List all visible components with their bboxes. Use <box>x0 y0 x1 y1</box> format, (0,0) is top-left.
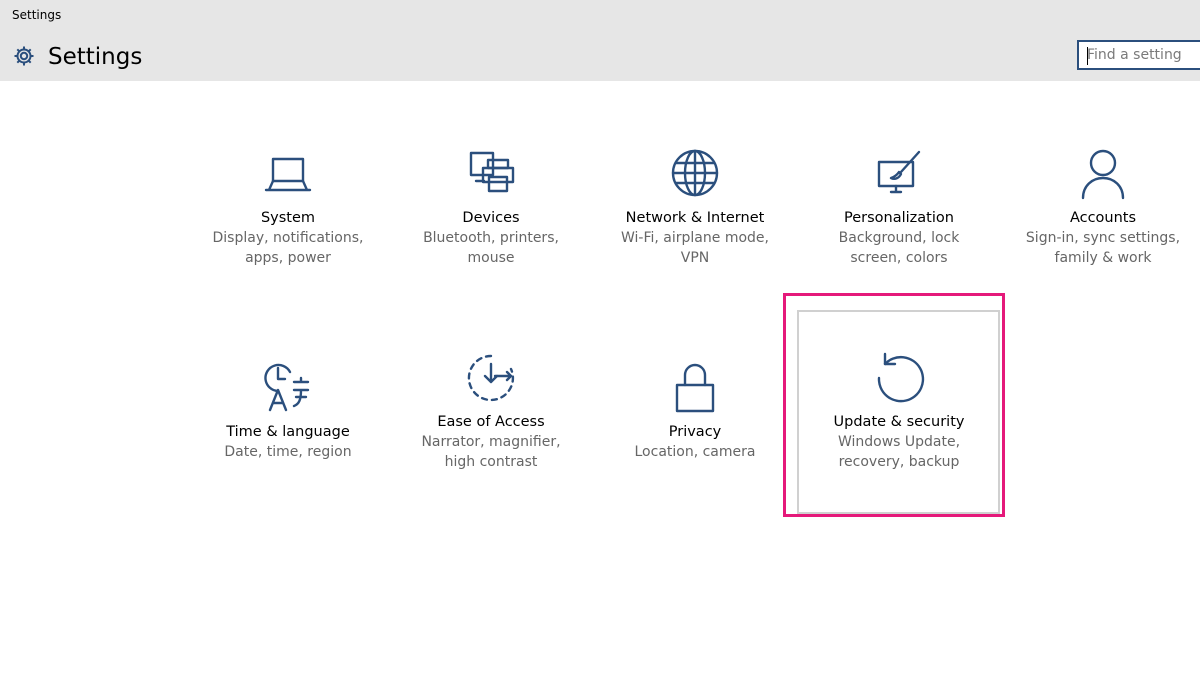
tile-network[interactable]: Network & Internet Wi-Fi, airplane mode,… <box>595 146 795 268</box>
tile-description: Wi-Fi, airplane mode, VPN <box>621 230 769 266</box>
tile-system[interactable]: System Display, notifications, apps, pow… <box>188 146 388 268</box>
tile-description: Sign-in, sync settings, family & work <box>1025 230 1181 266</box>
tile-description: Display, notifications, apps, power <box>212 230 364 266</box>
tile-description: Date, time, region <box>224 444 352 460</box>
tile-title: Network & Internet <box>625 210 765 226</box>
tile-description: Background, lock screen, colors <box>838 230 960 266</box>
tile-privacy[interactable]: Privacy Location, camera <box>595 360 795 462</box>
time-language-icon <box>264 363 310 412</box>
tile-title: Ease of Access <box>437 414 545 430</box>
tile-title: Time & language <box>226 424 350 440</box>
tile-description: Narrator, magnifier, high contrast <box>421 434 561 470</box>
devices-icon <box>469 151 515 193</box>
globe-icon <box>671 149 719 197</box>
paint-icon <box>877 150 921 194</box>
lock-icon <box>675 363 715 413</box>
search-input[interactable] <box>1079 42 1200 68</box>
gear-icon <box>14 46 34 66</box>
tile-ease-of-access[interactable]: Ease of Access Narrator, magnifier, high… <box>391 350 591 472</box>
laptop-icon <box>264 157 312 192</box>
ease-of-access-icon <box>467 354 515 402</box>
page-title: Settings <box>48 44 143 70</box>
tile-title: Personalization <box>844 210 954 226</box>
tile-time-language[interactable]: Time & language Date, time, region <box>188 360 388 462</box>
tile-accounts[interactable]: Accounts Sign-in, sync settings, family … <box>1003 146 1200 268</box>
tile-description: Location, camera <box>634 444 756 460</box>
window-titlebar: Settings <box>0 0 1200 32</box>
tile-devices[interactable]: Devices Bluetooth, printers, mouse <box>391 146 591 268</box>
tile-title: Devices <box>462 210 520 226</box>
tile-description: Bluetooth, printers, mouse <box>423 230 559 266</box>
tile-title: Accounts <box>1069 210 1137 226</box>
search-box[interactable] <box>1077 40 1200 70</box>
tile-title: Privacy <box>668 424 722 440</box>
tile-personalization[interactable]: Personalization Background, lock screen,… <box>799 146 999 268</box>
person-icon <box>1081 149 1125 200</box>
highlight-annotation-box <box>783 293 1005 517</box>
tile-title: System <box>260 210 316 226</box>
text-cursor <box>1087 47 1088 65</box>
page-header: Settings <box>0 32 1200 81</box>
window-title: Settings <box>12 8 62 22</box>
